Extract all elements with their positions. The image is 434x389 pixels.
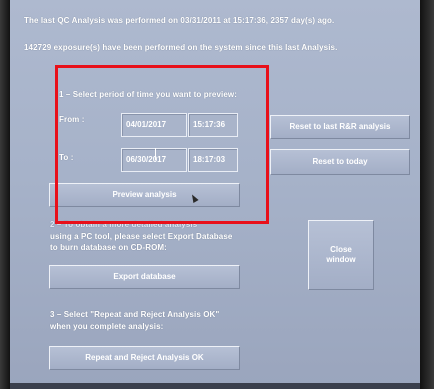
step2-partial-text: 2 – To obtain a more detailed analysis [50, 220, 198, 229]
step2-line1: using a PC tool, please select Export Da… [50, 232, 233, 241]
step3-line2: when you complete analysis: [50, 322, 164, 331]
step3-line1: 3 – Select "Repeat and Reject Analysis O… [50, 310, 220, 319]
reset-rr-analysis-button[interactable]: Reset to last R&R analysis [270, 115, 410, 139]
step1-title: 1 – Select period of time you want to pr… [59, 90, 237, 99]
last-analysis-text: The last QC Analysis was performed on 03… [24, 16, 335, 25]
to-label: To : [59, 153, 74, 162]
monitor-bezel-left [0, 0, 10, 389]
from-date-input[interactable]: 04/01/2017 [121, 113, 187, 137]
from-time-input[interactable]: 15:17:36 [188, 113, 238, 137]
preview-analysis-button[interactable]: Preview analysis [49, 183, 240, 207]
step2-line2: to burn database on CD-ROM: [50, 243, 167, 252]
text-caret [155, 148, 156, 160]
export-database-button[interactable]: Export database [49, 265, 240, 289]
to-date-input[interactable]: 06/30/2017 [121, 148, 187, 172]
repeat-reject-ok-button[interactable]: Repeat and Reject Analysis OK [49, 346, 240, 370]
monitor-bezel-right [420, 0, 434, 389]
exposures-text: 142729 exposure(s) have been performed o… [24, 43, 338, 52]
reset-today-button[interactable]: Reset to today [270, 149, 410, 175]
close-window-button[interactable]: Close window [308, 220, 374, 290]
to-time-input[interactable]: 18:17:03 [188, 148, 238, 172]
from-label: From : [59, 115, 85, 124]
screen-bottom-edge [10, 383, 420, 389]
qc-analysis-window: The last QC Analysis was performed on 03… [10, 0, 420, 389]
